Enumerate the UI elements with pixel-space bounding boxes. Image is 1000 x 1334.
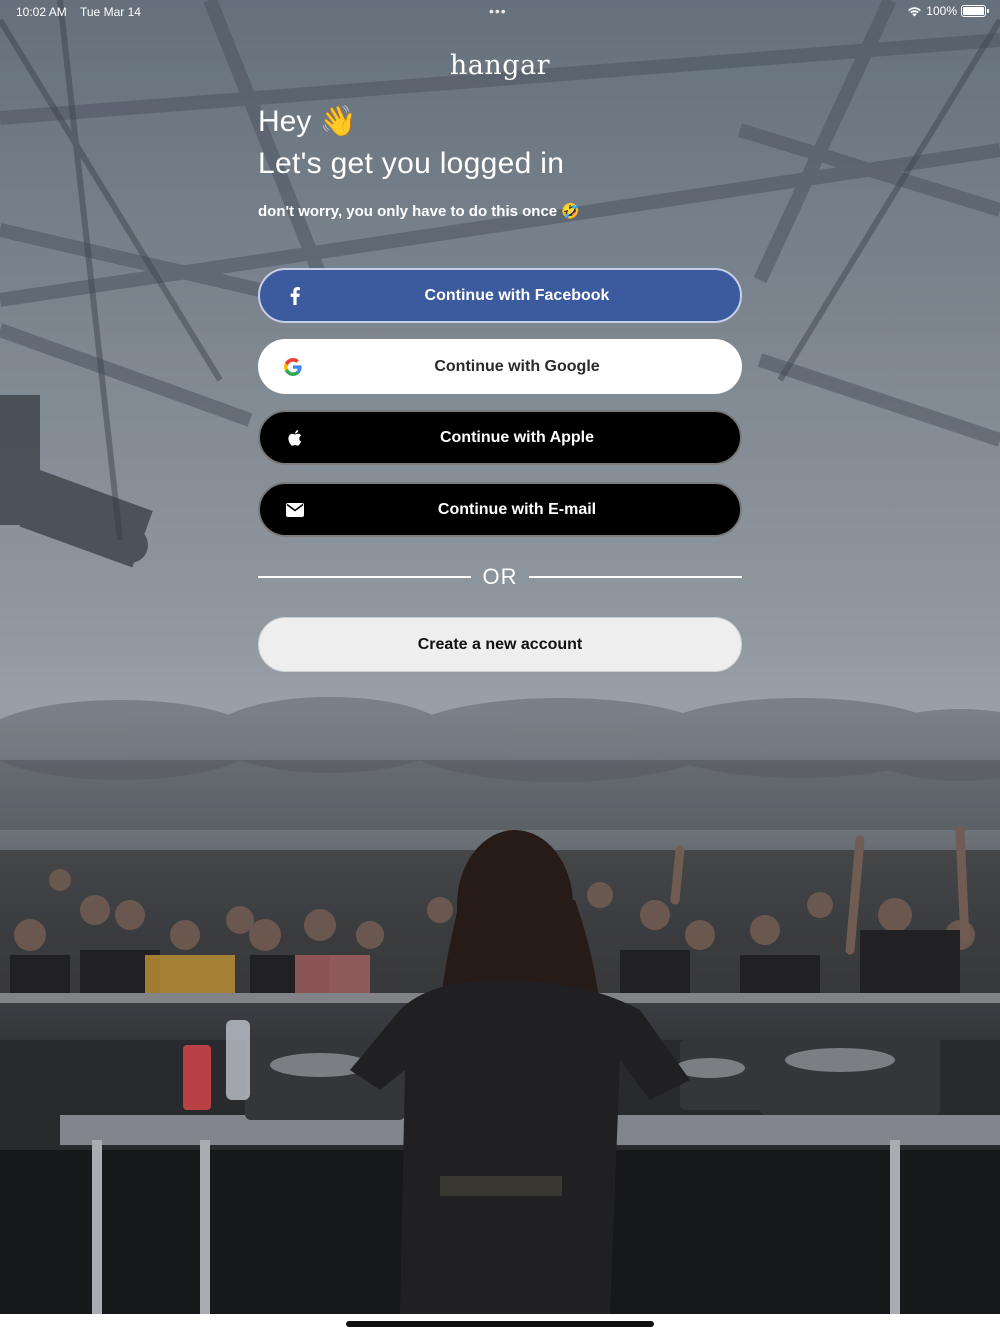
google-button-label: Continue with Google (434, 357, 600, 375)
status-time: 10:02 AM (16, 5, 67, 19)
wifi-icon (908, 6, 922, 17)
google-icon (284, 357, 302, 376)
waving-hand-emoji: 👋 (319, 104, 358, 139)
continue-with-google-button[interactable]: Continue with Google (258, 339, 742, 394)
or-divider: OR (258, 562, 742, 592)
hangar-logo: hangar (449, 50, 551, 81)
continue-with-apple-button[interactable]: Continue with Apple (258, 410, 742, 465)
apple-button-label: Continue with Apple (439, 428, 595, 446)
facebook-button-label: Continue with Facebook (424, 286, 610, 304)
create-account-label: Create a new account (417, 635, 583, 653)
multitasking-dots[interactable]: ••• (489, 3, 507, 19)
battery-icon (961, 5, 989, 17)
status-date: Tue Mar 14 (80, 5, 141, 19)
greeting-text: Hey (258, 105, 312, 138)
apple-icon (286, 429, 304, 447)
facebook-icon (286, 286, 304, 305)
divider-line-right (529, 576, 742, 578)
battery-percent: 100% (926, 4, 957, 18)
mail-icon (286, 501, 304, 519)
email-button-label: Continue with E-mail (437, 500, 597, 518)
status-bar: 10:02 AM Tue Mar 14 ••• 100% (0, 0, 1000, 24)
greeting: Hey 👋 (258, 104, 357, 139)
subtitle: don't worry, you only have to do this on… (258, 202, 580, 220)
create-account-button[interactable]: Create a new account (258, 617, 742, 672)
home-indicator[interactable] (346, 1321, 654, 1327)
laughing-emoji: 🤣 (561, 202, 581, 220)
subtitle-text: don't worry, you only have to do this on… (258, 203, 558, 220)
continue-with-facebook-button[interactable]: Continue with Facebook (258, 268, 742, 323)
page-title: Let's get you logged in (258, 147, 565, 180)
status-indicators: 100% (907, 4, 989, 18)
continue-with-email-button[interactable]: Continue with E-mail (258, 482, 742, 537)
